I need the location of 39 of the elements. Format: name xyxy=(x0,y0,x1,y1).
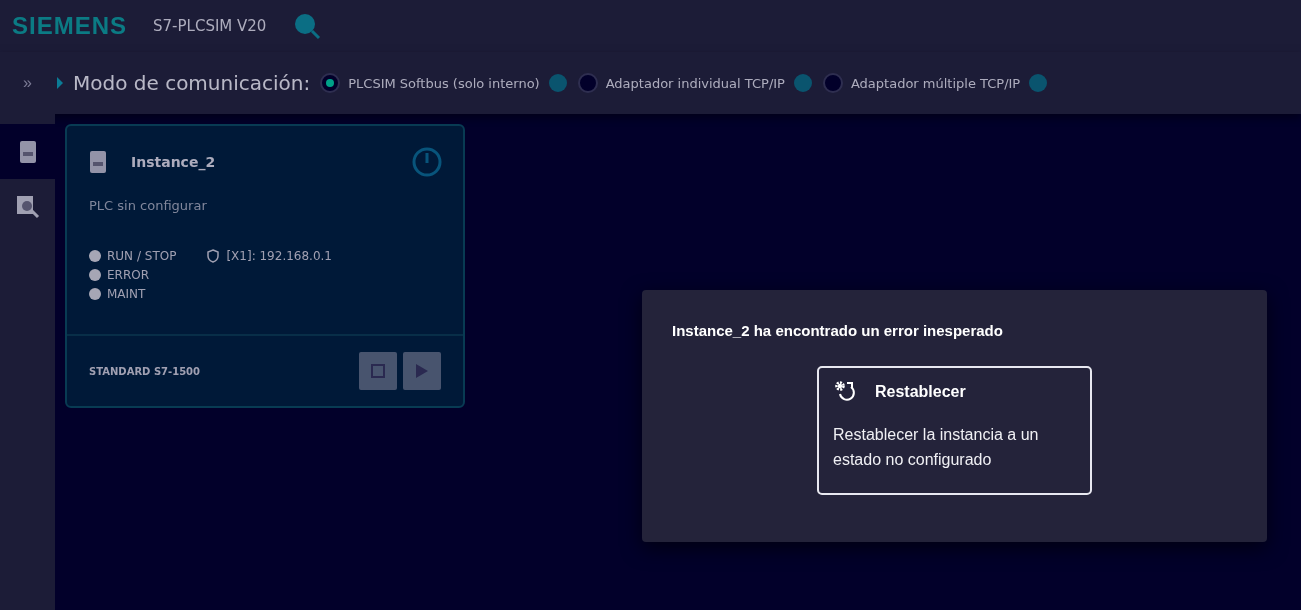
info-icon[interactable] xyxy=(792,73,813,93)
dialog-title: Instance_2 ha encontrado un error inesperado xyxy=(672,322,1004,339)
mode-label: Modo de comunicación: xyxy=(73,71,311,95)
product-name: S7-PLCSIM V20 xyxy=(153,17,267,35)
instance-card[interactable]: Instance_2 PLC sin configurar RUN / STOP ERROR MAINT [X1]: 192.168.0.1 STANDARD S7-1500 xyxy=(65,124,465,408)
instance-name: Instance_2 xyxy=(131,154,217,170)
mode-option[interactable]: Adaptador múltiple TCP/IP xyxy=(850,75,1021,91)
radio-button[interactable] xyxy=(320,73,341,93)
gear-reset-icon xyxy=(833,380,857,404)
interface-address: [X1]: 192.168.0.1 xyxy=(226,249,332,263)
led-indicator xyxy=(89,269,101,281)
info-icon[interactable] xyxy=(1028,73,1049,93)
led-label: MAINT xyxy=(107,287,146,301)
plc-icon xyxy=(89,150,107,174)
stop-button[interactable] xyxy=(359,352,397,390)
led-indicator xyxy=(89,288,101,300)
shield-icon xyxy=(206,249,221,263)
cpu-type: STANDARD S7-1500 xyxy=(89,365,202,377)
caret-icon xyxy=(55,76,65,90)
brand-logo: SIEMENS xyxy=(12,12,128,40)
radio-button[interactable] xyxy=(822,73,843,93)
play-icon xyxy=(415,363,429,379)
power-icon[interactable] xyxy=(411,146,443,178)
reset-option[interactable]: Restablecer Restablecer la instancia a un estado no configurado xyxy=(817,366,1092,495)
radio-button[interactable] xyxy=(577,73,598,93)
mode-option[interactable]: PLCSIM Softbus (solo interno) xyxy=(348,75,540,91)
search-icon xyxy=(15,194,40,219)
instance-status: PLC sin configurar xyxy=(89,198,208,213)
led-indicator xyxy=(89,250,101,262)
led-label: RUN / STOP xyxy=(107,249,177,263)
run-button[interactable] xyxy=(403,352,441,390)
sidebar-item[interactable] xyxy=(0,124,55,179)
search-icon xyxy=(292,11,323,41)
mode-option[interactable]: Adaptador individual TCP/IP xyxy=(605,75,785,91)
led-label: ERROR xyxy=(107,268,150,282)
plc-icon xyxy=(18,139,37,164)
expand-button[interactable]: » xyxy=(0,74,55,92)
info-icon[interactable] xyxy=(547,73,568,93)
stop-icon xyxy=(371,364,385,378)
